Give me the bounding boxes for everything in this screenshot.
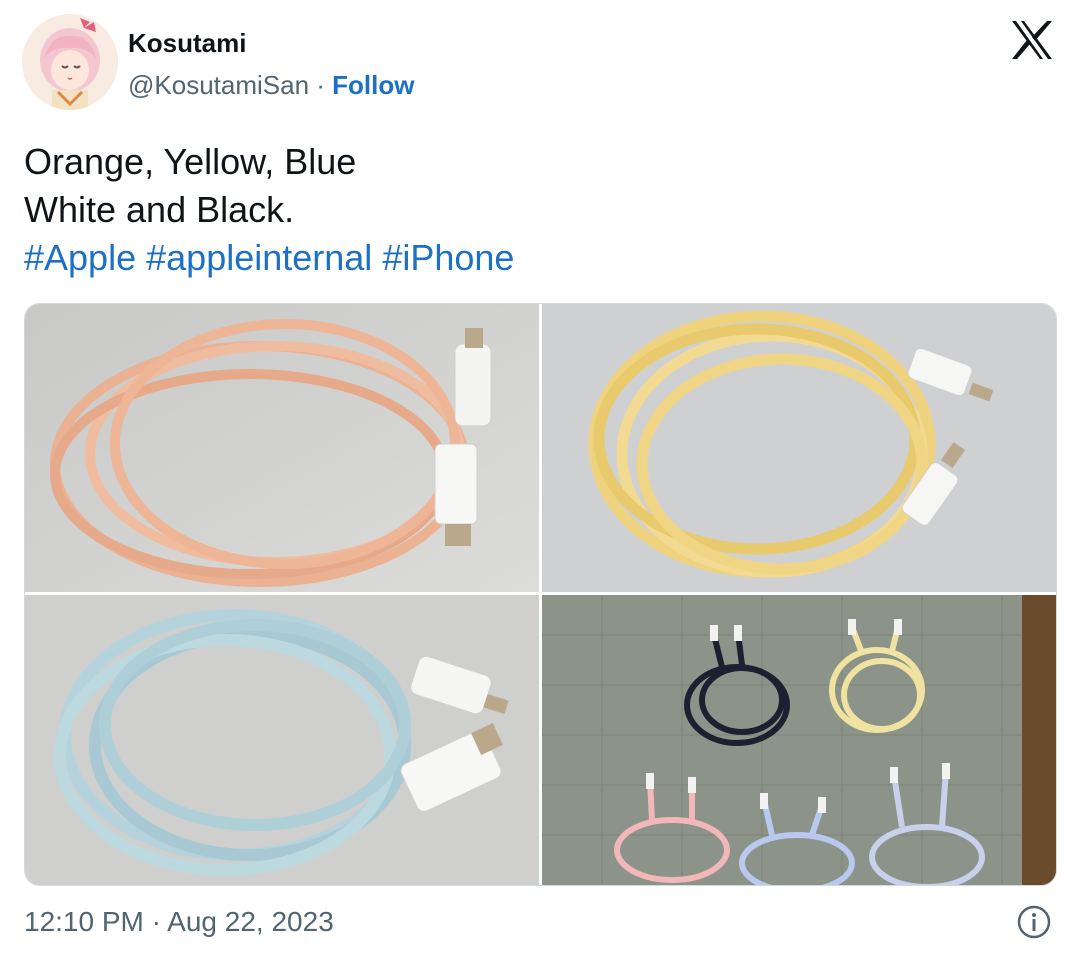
yellow-cable-image bbox=[542, 304, 1056, 592]
five-cables-image bbox=[542, 595, 1056, 885]
author-handle[interactable]: @KosutamiSan bbox=[128, 70, 309, 100]
tweet-footer: 12:10 PM · Aug 22, 2023 bbox=[24, 900, 1054, 944]
photo-orange-cable[interactable] bbox=[25, 304, 539, 592]
photo-yellow-cable[interactable] bbox=[542, 304, 1056, 592]
media-grid bbox=[24, 303, 1057, 886]
author-avatar[interactable] bbox=[22, 14, 118, 110]
hashtag-row: #Apple #appleinternal #iPhone bbox=[24, 234, 514, 282]
x-logo-icon[interactable] bbox=[1010, 20, 1054, 60]
blue-cable-image bbox=[25, 595, 539, 885]
info-icon[interactable] bbox=[1016, 904, 1052, 940]
tweet-line-2: White and Black. bbox=[24, 189, 295, 230]
hashtag-iphone[interactable]: #iPhone bbox=[382, 237, 514, 278]
hashtag-apple[interactable]: #Apple bbox=[24, 237, 136, 278]
author-handle-row: @KosutamiSan · Follow bbox=[128, 70, 414, 100]
photo-blue-cable[interactable] bbox=[25, 595, 539, 885]
tweet-text: Orange, Yellow, Blue White and Black. #A… bbox=[24, 138, 514, 282]
anime-girl-avatar-icon bbox=[22, 14, 118, 110]
timestamp[interactable]: 12:10 PM · Aug 22, 2023 bbox=[24, 906, 334, 937]
separator-dot: · bbox=[309, 70, 333, 100]
author-names: Kosutami @KosutamiSan · Follow bbox=[128, 28, 414, 100]
orange-cable-image bbox=[25, 304, 539, 592]
follow-link[interactable]: Follow bbox=[332, 70, 414, 100]
photo-five-cables[interactable] bbox=[542, 595, 1056, 885]
hashtag-appleinternal[interactable]: #appleinternal bbox=[146, 237, 372, 278]
tweet-line-1: Orange, Yellow, Blue bbox=[24, 141, 357, 182]
tweet-header: Kosutami @KosutamiSan · Follow bbox=[22, 14, 1062, 110]
author-display-name[interactable]: Kosutami bbox=[128, 28, 414, 58]
